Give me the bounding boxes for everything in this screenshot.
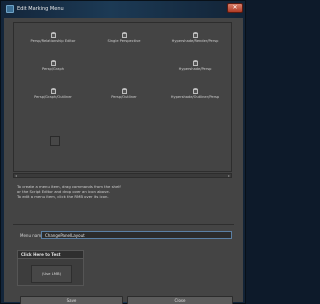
- menu-item-south-west[interactable]: Persp/Graph/Outliner: [18, 87, 88, 105]
- window-title: Edit Marking Menu: [17, 6, 64, 12]
- menu-item-south-east[interactable]: Hypershade/Outliner/Persp: [160, 87, 230, 105]
- menu-item-north[interactable]: Single Perspective: [89, 31, 159, 49]
- test-area-header: Click Here to Test: [18, 251, 83, 259]
- divider: [13, 224, 234, 225]
- menu-item-label: Single Perspective: [107, 39, 141, 43]
- menu-item-label: Hypershade/Outliner/Persp: [170, 95, 220, 99]
- menu-item-label: Persp/Relationship Editor: [30, 39, 76, 43]
- marking-menu-grid: Persp/Relationship Editor Single Perspec…: [13, 22, 232, 172]
- menu-item-label: Persp/Graph/Outliner: [34, 95, 72, 99]
- instructions-text: To create a menu item, drag commands fro…: [17, 184, 237, 199]
- menu-item-label: Persp/Graph: [41, 67, 65, 71]
- menu-name-input[interactable]: [41, 231, 232, 239]
- menu-item-label: Hypershade/Render/Persp: [171, 39, 219, 43]
- layout-icon: [192, 88, 198, 94]
- menu-item-south[interactable]: Persp/Outliner: [89, 87, 159, 105]
- close-button[interactable]: Close: [127, 296, 233, 304]
- menu-item-north-east[interactable]: Hypershade/Render/Persp: [160, 31, 230, 49]
- save-button[interactable]: Save: [20, 296, 123, 304]
- layout-icon: [50, 88, 56, 94]
- menu-item-label: Hypershade/Persp: [178, 67, 212, 71]
- test-area: Click Here to Test (Use LMB): [17, 250, 84, 286]
- menu-item-west[interactable]: Persp/Graph: [18, 59, 88, 77]
- title-bar[interactable]: Edit Marking Menu ✕: [1, 1, 245, 17]
- menu-item-north-west[interactable]: Persp/Relationship Editor: [18, 31, 88, 49]
- layout-icon: [50, 32, 56, 38]
- edit-marking-menu-window: Edit Marking Menu ✕ Persp/Relationship E…: [0, 0, 246, 304]
- dialog-body: Persp/Relationship Editor Single Perspec…: [4, 18, 243, 304]
- menu-item-label: Persp/Outliner: [111, 95, 137, 99]
- menu-item-east[interactable]: Hypershade/Persp: [160, 59, 230, 77]
- layout-icon: [121, 88, 127, 94]
- overflow-menu-slot[interactable]: [50, 136, 60, 146]
- test-click-target[interactable]: (Use LMB): [31, 265, 72, 283]
- layout-icon: [192, 60, 198, 66]
- layout-icon: [121, 32, 127, 38]
- layout-icon: [192, 32, 198, 38]
- instruction-line: To edit a menu item, click the RMB over …: [17, 194, 109, 199]
- scroll-right-icon[interactable]: ▸: [228, 173, 230, 178]
- layout-icon: [50, 60, 56, 66]
- scroll-left-icon[interactable]: ◂: [15, 173, 17, 178]
- horizontal-scrollbar[interactable]: ◂ ▸: [13, 173, 232, 178]
- app-icon: [6, 5, 14, 13]
- window-close-button[interactable]: ✕: [227, 3, 243, 13]
